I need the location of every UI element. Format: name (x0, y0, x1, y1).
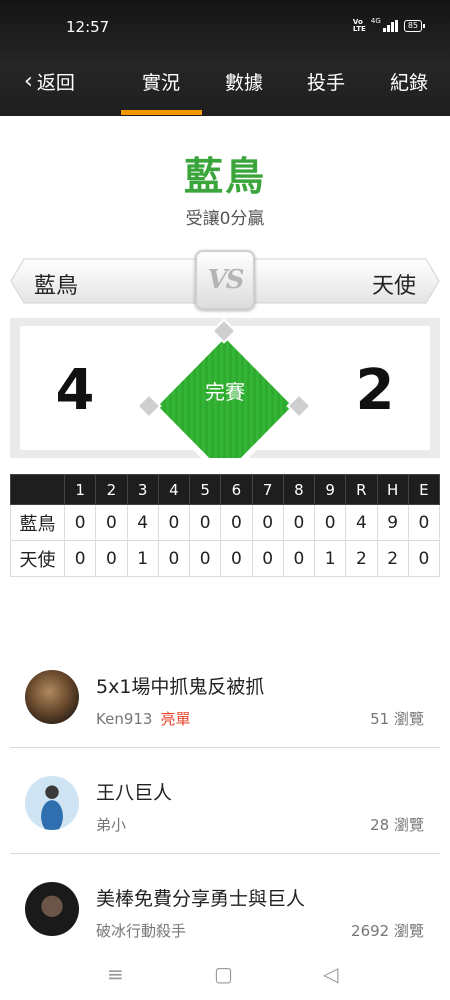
linescore-header-row: 1 2 3 4 5 6 7 8 9 R H E (10, 474, 441, 505)
system-nav-bar: ≡ ▢ ◁ (0, 950, 450, 1000)
back-label: 返回 (36, 72, 75, 94)
score-cell: 0 (188, 504, 222, 541)
score-cell: 1 (126, 540, 159, 577)
winner-title: 藍鳥 (183, 155, 266, 200)
header-cell: R (345, 474, 378, 505)
handicap-result: 受讓0分贏 (185, 209, 265, 229)
game-status: 完賽 (205, 380, 245, 404)
avatar[interactable] (25, 776, 79, 830)
status-time: 12:57 (66, 18, 110, 36)
author-name: Ken913 (96, 710, 153, 728)
home-icon[interactable]: ▢ (214, 962, 233, 986)
score-cell: 9 (376, 504, 409, 541)
score-cell: 1 (313, 540, 347, 577)
home-score: 2 (355, 358, 395, 423)
header-cell: 3 (126, 474, 159, 505)
post-author: 弟小 (96, 816, 127, 834)
linescore-table: 1 2 3 4 5 6 7 8 9 R H E 藍鳥 0 0 4 0 0 0 0… (10, 474, 441, 577)
view-count: 28 瀏覽 (370, 816, 424, 834)
header-cell: 7 (251, 474, 284, 505)
network-type: 4G (370, 17, 381, 25)
away-team-name: 藍鳥 (34, 274, 79, 299)
score-cell: 4 (345, 504, 378, 541)
table-row: 天使 0 0 1 0 0 0 0 0 1 2 2 0 (10, 540, 441, 577)
header-cell: 5 (188, 474, 222, 505)
team-cell: 天使 (10, 540, 65, 577)
tab-pitchers[interactable]: 投手 (286, 68, 366, 95)
list-item[interactable]: 5x1場中抓鬼反被抓 Ken913 亮單 51 瀏覽 (10, 642, 440, 748)
score-cell: 0 (407, 540, 441, 577)
header-cell: 1 (63, 474, 97, 505)
score-cell: 0 (313, 504, 347, 541)
post-title[interactable]: 美棒免費分享勇士與巨人 (96, 884, 305, 911)
vs-badge: VS (195, 250, 255, 310)
post-badge: 亮單 (160, 710, 191, 728)
score-cell: 0 (63, 504, 97, 541)
score-cell: 0 (95, 504, 128, 541)
battery-icon: 85 (403, 20, 426, 32)
avatar[interactable] (25, 670, 79, 724)
home-team-name: 天使 (371, 274, 416, 299)
team-cell: 藍鳥 (10, 504, 65, 541)
avatar[interactable] (25, 882, 79, 936)
post-author: Ken913 亮單 (96, 708, 190, 729)
score-cell: 0 (188, 540, 222, 577)
status-icons: Vo LTE 4G 85 (352, 17, 426, 33)
active-tab-indicator (121, 110, 202, 115)
score-cell: 0 (157, 504, 191, 541)
post-author: 破冰行動殺手 (96, 922, 187, 940)
score-cell: 0 (220, 540, 253, 577)
score-cell: 4 (126, 504, 159, 541)
score-cell: 0 (95, 540, 128, 577)
header-cell: 8 (282, 474, 316, 505)
volte-icon: Vo LTE (352, 18, 366, 33)
header-cell: 4 (157, 474, 191, 505)
app-header: 12:57 Vo LTE 4G 85 ‹ 返回 實況 數據 投手 紀錄 (0, 0, 450, 116)
score-cell: 0 (407, 504, 441, 541)
header-cell (10, 474, 65, 505)
tab-live[interactable]: 實況 (121, 68, 201, 95)
score-cell: 0 (282, 540, 316, 577)
score-cell: 0 (251, 504, 284, 541)
menu-icon[interactable]: ≡ (107, 962, 124, 986)
away-score: 4 (55, 358, 95, 423)
post-title[interactable]: 5x1場中抓鬼反被抓 (96, 672, 264, 699)
header-cell: 6 (220, 474, 253, 505)
score-cell: 0 (251, 540, 284, 577)
header-cell: H (376, 474, 409, 505)
back-button[interactable]: ‹ 返回 (24, 68, 75, 95)
score-cell: 0 (282, 504, 316, 541)
back-icon[interactable]: ◁ (323, 962, 338, 986)
list-item[interactable]: 美棒免費分享勇士與巨人 破冰行動殺手 2692 瀏覽 (10, 854, 440, 960)
tab-records[interactable]: 紀錄 (369, 68, 449, 95)
list-item[interactable]: 王八巨人 弟小 28 瀏覽 (10, 748, 440, 854)
table-row: 藍鳥 0 0 4 0 0 0 0 0 0 4 9 0 (10, 504, 441, 541)
view-count: 51 瀏覽 (370, 710, 424, 728)
chevron-left-icon: ‹ (24, 68, 33, 94)
score-cell: 2 (376, 540, 409, 577)
header-cell: 2 (95, 474, 128, 505)
score-cell: 0 (63, 540, 97, 577)
score-cell: 0 (220, 504, 253, 541)
header-cell: E (407, 474, 441, 505)
tab-stats[interactable]: 數據 (204, 68, 284, 95)
view-count: 2692 瀏覽 (351, 922, 424, 940)
post-title[interactable]: 王八巨人 (96, 778, 172, 805)
header-cell: 9 (313, 474, 347, 505)
score-cell: 2 (345, 540, 378, 577)
score-cell: 0 (157, 540, 191, 577)
signal-icon (382, 20, 398, 32)
